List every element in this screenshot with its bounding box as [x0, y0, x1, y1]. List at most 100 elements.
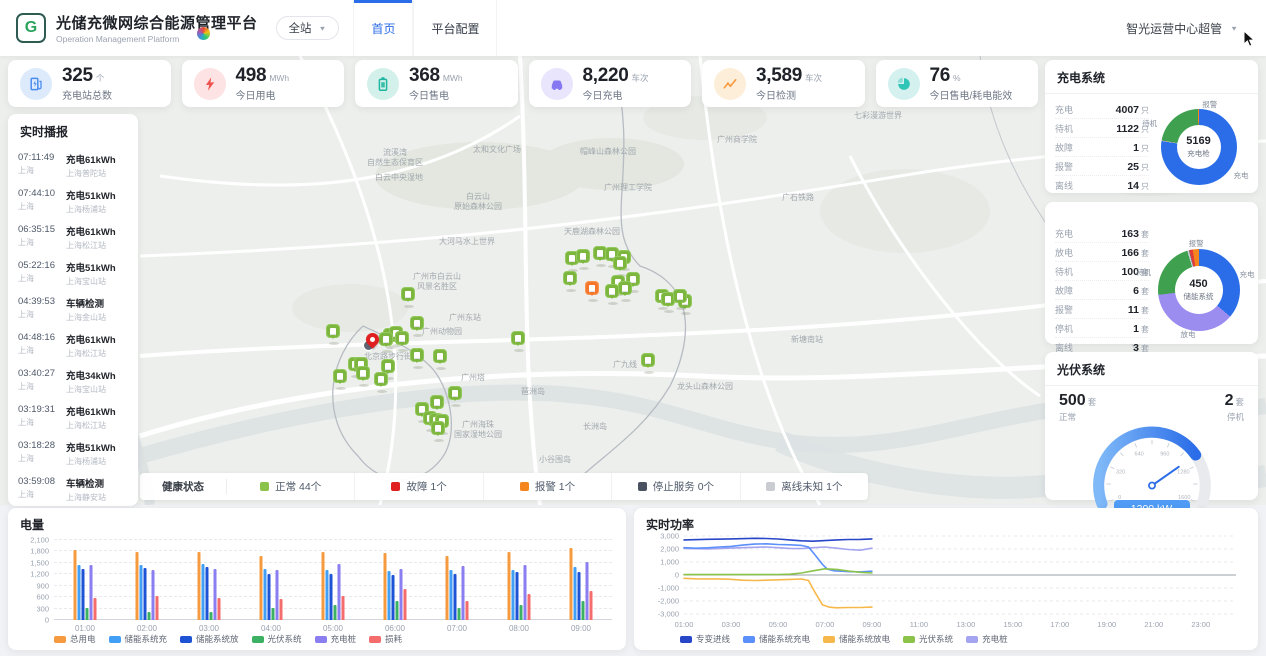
- svg-text:03:00: 03:00: [722, 620, 741, 629]
- map-marker-normal[interactable]: [618, 281, 632, 295]
- bar-chart-bar[interactable]: [214, 569, 217, 620]
- bar-chart-bar[interactable]: [272, 608, 275, 620]
- map-marker-normal[interactable]: [410, 348, 424, 362]
- bar-chart-bar[interactable]: [90, 565, 93, 620]
- map-marker-normal[interactable]: [410, 316, 424, 330]
- map-marker-normal[interactable]: [613, 256, 627, 270]
- bar-chart-bar[interactable]: [82, 569, 85, 620]
- chart-legend-item[interactable]: 储能系统充: [109, 633, 168, 645]
- bar-chart-bar[interactable]: [400, 569, 403, 620]
- map-marker-normal[interactable]: [641, 353, 655, 367]
- bar-chart-bar[interactable]: [94, 598, 97, 620]
- chart-legend-item[interactable]: 储能系统充电: [743, 633, 810, 645]
- bar-chart-bar[interactable]: [326, 570, 329, 620]
- health-legend-item[interactable]: 停止服务 0个: [612, 473, 740, 500]
- bar-chart-bar[interactable]: [590, 591, 593, 620]
- map-marker-normal[interactable]: [511, 331, 525, 345]
- bar-chart-bar[interactable]: [264, 569, 267, 620]
- bar-chart-bar[interactable]: [528, 594, 531, 620]
- bar-chart-bar[interactable]: [454, 574, 457, 620]
- bar-chart-bar[interactable]: [338, 564, 341, 620]
- chart-legend-item[interactable]: 充电桩: [966, 633, 1008, 645]
- bar-chart-bar[interactable]: [520, 605, 523, 620]
- map-marker-normal[interactable]: [431, 421, 445, 435]
- bar-chart-bar[interactable]: [578, 572, 581, 620]
- chart-legend-item[interactable]: 总用电: [54, 633, 96, 645]
- health-legend-item[interactable]: 离线未知 1个: [741, 473, 868, 500]
- bar-chart-bar[interactable]: [334, 605, 337, 620]
- bar-chart-bar[interactable]: [260, 556, 263, 620]
- bar-chart-bar[interactable]: [524, 565, 527, 620]
- bar-chart-bar[interactable]: [280, 599, 283, 620]
- chart-legend-item[interactable]: 光伏系统: [903, 633, 953, 645]
- bar-chart-bar[interactable]: [136, 552, 139, 620]
- map-marker-normal[interactable]: [433, 349, 447, 363]
- bar-chart-bar[interactable]: [144, 568, 147, 620]
- map-marker-normal[interactable]: [379, 332, 393, 346]
- bar-chart-bar[interactable]: [574, 567, 577, 620]
- map-marker-normal[interactable]: [605, 284, 619, 298]
- bar-chart-bar[interactable]: [202, 564, 205, 620]
- bar-chart-bar[interactable]: [342, 596, 345, 620]
- bar-chart-bar[interactable]: [78, 565, 81, 620]
- bar-chart-bar[interactable]: [330, 574, 333, 620]
- bar-chart-bar[interactable]: [458, 608, 461, 620]
- bar-chart-bar[interactable]: [450, 570, 453, 620]
- bar-chart-bar[interactable]: [392, 575, 395, 620]
- bar-chart-bar[interactable]: [218, 598, 221, 620]
- bar-chart-bar[interactable]: [384, 553, 387, 620]
- bar-chart-bar[interactable]: [156, 596, 159, 620]
- broadcast-city: 上海: [18, 417, 55, 428]
- bar-chart-bar[interactable]: [322, 552, 325, 620]
- bar-chart-bar[interactable]: [466, 601, 469, 620]
- bar-chart-bar[interactable]: [210, 612, 213, 620]
- bar-chart-bar[interactable]: [148, 612, 151, 620]
- map-marker-normal[interactable]: [576, 249, 590, 263]
- bar-chart-bar[interactable]: [582, 601, 585, 620]
- bar-chart-bar[interactable]: [152, 570, 155, 620]
- bar-chart-bar[interactable]: [512, 570, 515, 620]
- bar-chart-bar[interactable]: [516, 572, 519, 620]
- tab-home[interactable]: 首页: [353, 0, 413, 56]
- bar-chart-bar[interactable]: [206, 567, 209, 620]
- bar-chart-bar[interactable]: [446, 556, 449, 620]
- map-marker-normal[interactable]: [395, 331, 409, 345]
- chart-legend-item[interactable]: 损耗: [369, 633, 402, 645]
- health-legend-item[interactable]: 正常 44个: [227, 473, 355, 500]
- bar-chart-bar[interactable]: [198, 552, 201, 620]
- map-marker-normal[interactable]: [374, 372, 388, 386]
- map-marker-normal[interactable]: [430, 395, 444, 409]
- bar-chart-bar[interactable]: [508, 552, 511, 620]
- bar-chart-bar[interactable]: [268, 574, 271, 620]
- user-menu[interactable]: 智光运营中心超管 ▼: [1126, 20, 1238, 37]
- bar-chart-bar[interactable]: [74, 550, 77, 620]
- bar-chart-bar[interactable]: [276, 570, 279, 620]
- chart-legend-item[interactable]: 充电桩: [315, 633, 357, 645]
- map-marker-normal[interactable]: [401, 287, 415, 301]
- bar-chart-bar[interactable]: [388, 571, 391, 620]
- map-marker-normal[interactable]: [333, 369, 347, 383]
- health-legend-item[interactable]: 故障 1个: [355, 473, 483, 500]
- chart-legend-item[interactable]: 储能系统放: [180, 633, 239, 645]
- bar-chart-bar[interactable]: [396, 601, 399, 620]
- bar-chart-bar[interactable]: [140, 565, 143, 620]
- health-legend-item[interactable]: 报警 1个: [484, 473, 612, 500]
- bar-chart-bar[interactable]: [462, 566, 465, 620]
- chart-legend-item[interactable]: 光伏系统: [252, 633, 302, 645]
- map-marker-normal[interactable]: [448, 386, 462, 400]
- bar-chart-bar[interactable]: [86, 608, 89, 620]
- chart-legend-item[interactable]: 储能系统放电: [823, 633, 890, 645]
- map-marker-normal[interactable]: [356, 366, 370, 380]
- map-marker-alarm[interactable]: [585, 281, 599, 295]
- map-marker-normal[interactable]: [673, 289, 687, 303]
- system-stat-value: 14只: [1127, 180, 1149, 192]
- map-marker-normal[interactable]: [381, 359, 395, 373]
- map-marker-normal[interactable]: [563, 271, 577, 285]
- tab-platform-config[interactable]: 平台配置: [413, 0, 497, 56]
- bar-chart-bar[interactable]: [570, 548, 573, 620]
- station-selector[interactable]: 全站 ▼: [276, 16, 340, 40]
- chart-legend-item[interactable]: 专变进线: [680, 633, 730, 645]
- bar-chart-bar[interactable]: [586, 562, 589, 620]
- bar-chart-bar[interactable]: [404, 589, 407, 620]
- map-marker-normal[interactable]: [326, 324, 340, 338]
